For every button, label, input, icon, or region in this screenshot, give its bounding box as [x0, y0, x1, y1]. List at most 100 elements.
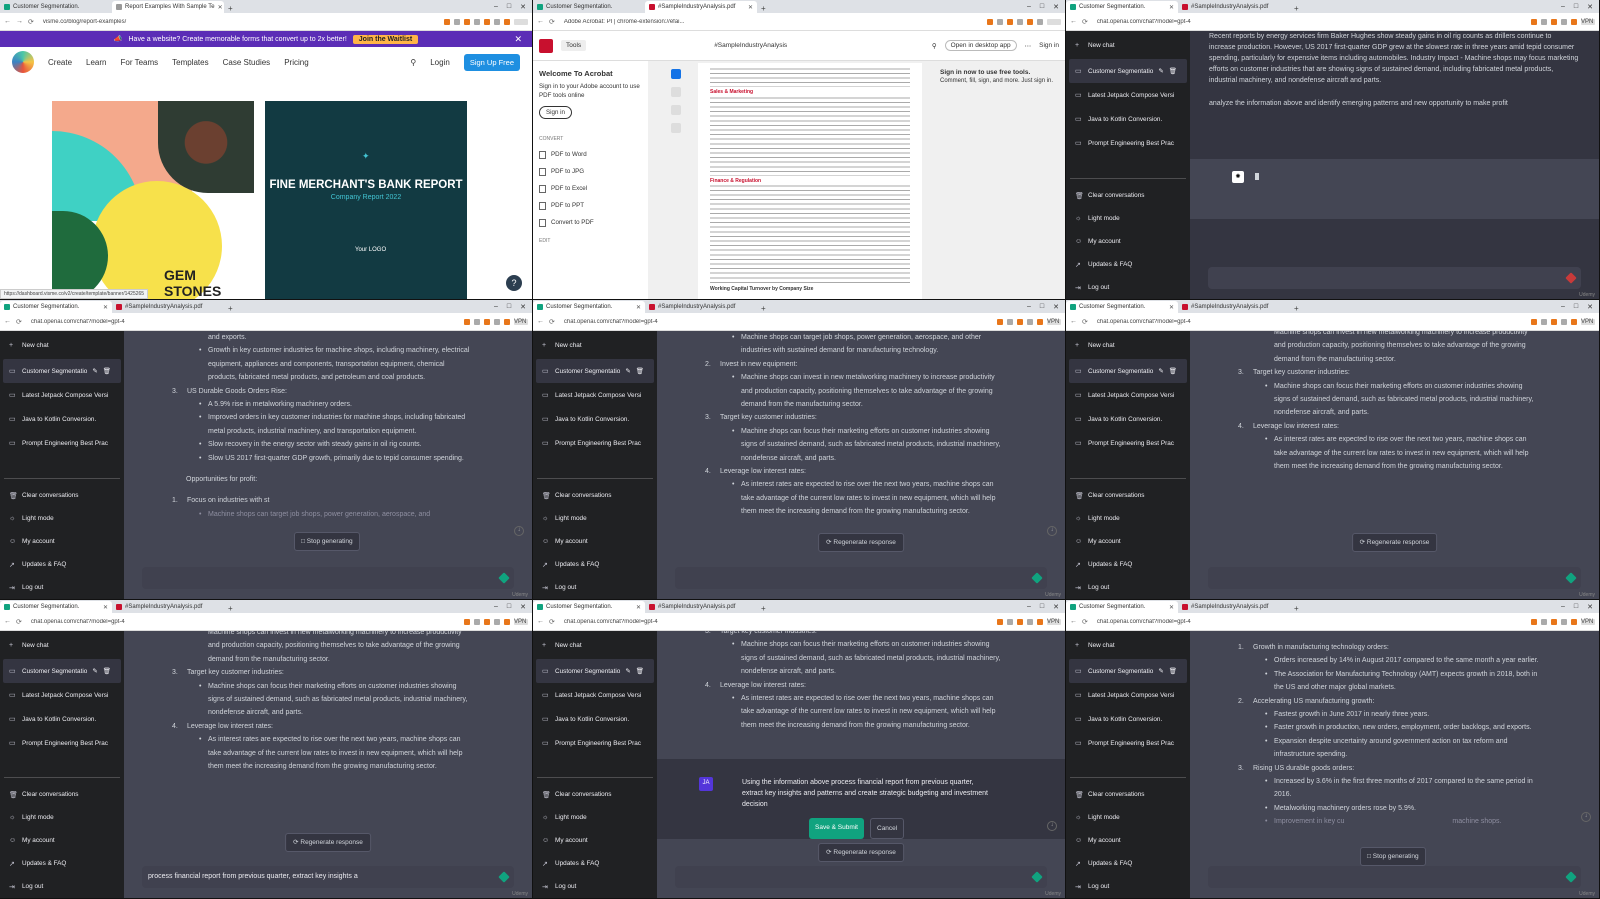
close-window-icon[interactable]: ✕ [520, 603, 526, 611]
sidebar-item-customer-segmentation[interactable]: ▭ Customer Segmentatio ✎ 🗑 [1069, 59, 1187, 83]
light-mode-button[interactable]: ☼ Light mode [533, 507, 657, 530]
extension-icon[interactable] [997, 318, 1003, 325]
maximize-icon[interactable]: □ [507, 603, 511, 611]
maximize-icon[interactable]: □ [1574, 303, 1578, 311]
tab-customer-segmentation[interactable]: Customer Segmentation. [533, 1, 645, 13]
search-icon[interactable]: ⚲ [410, 58, 416, 67]
sidebar-item-customer-segmentation[interactable]: ▭ Customer Segmentatio ✎ 🗑 [1069, 359, 1187, 383]
send-icon[interactable] [498, 572, 510, 584]
edit-icon[interactable]: ✎ [1158, 67, 1163, 75]
extension-icon[interactable] [504, 318, 510, 325]
sidebar-item-prompt-engineering[interactable]: ▭ Prompt Engineering Best Prac [1066, 431, 1190, 455]
log-out-button[interactable]: ⇥ Log out [1066, 576, 1190, 599]
url-field[interactable]: visme.co/blog/report-examples/ [39, 19, 189, 25]
regenerate-response-button[interactable]: ⟳ Regenerate response [1351, 533, 1438, 553]
extension-icon[interactable] [484, 618, 490, 625]
extension-icon[interactable] [1027, 18, 1033, 25]
sidebar-item-java-kotlin[interactable]: ▭ Java to Kotlin Conversion. [0, 707, 124, 731]
my-account-button[interactable]: ☺ My account [1066, 829, 1190, 852]
sidebar-item-java-kotlin[interactable]: ▭ Java to Kotlin Conversion. [533, 707, 657, 731]
minimize-icon[interactable]: – [494, 3, 498, 11]
my-account-button[interactable]: ☺ My account [533, 829, 657, 852]
trash-icon[interactable]: 🗑 [636, 667, 644, 675]
clear-conversations-button[interactable]: 🗑 Clear conversations [533, 783, 657, 806]
my-account-button[interactable]: ☺ My account [0, 530, 124, 553]
minimize-icon[interactable]: – [1027, 603, 1031, 611]
extension-icon[interactable] [1571, 318, 1577, 325]
extension-icon[interactable] [1561, 618, 1567, 625]
extension-icon[interactable] [1531, 318, 1537, 325]
light-mode-button[interactable]: ☼ Light mode [1066, 806, 1190, 829]
close-window-icon[interactable]: ✕ [1587, 3, 1593, 11]
extension-icon[interactable] [504, 18, 510, 25]
close-tab-icon[interactable]: ✕ [218, 4, 223, 11]
scroll-down-icon[interactable]: ↓ [1047, 821, 1057, 831]
edit-icon[interactable]: ✎ [625, 667, 630, 675]
new-chat-button[interactable]: + New chat [537, 637, 653, 653]
extension-icon[interactable] [1541, 618, 1547, 625]
log-out-button[interactable]: ⇥ Log out [533, 875, 657, 898]
edit-icon[interactable]: ✎ [625, 367, 630, 375]
url-field[interactable]: chat.openai.com/chat?model=gpt-4 [560, 319, 710, 325]
extension-icon[interactable] [484, 18, 490, 25]
new-tab-icon[interactable]: + [1290, 604, 1303, 613]
vpn-badge[interactable]: VPN [514, 318, 528, 325]
close-window-icon[interactable]: ✕ [520, 303, 526, 311]
message-input[interactable] [675, 866, 1047, 888]
reload-icon[interactable]: ⟳ [28, 18, 34, 26]
clear-conversations-button[interactable]: 🗑 Clear conversations [1066, 783, 1190, 806]
edit-icon[interactable]: ✎ [1158, 667, 1163, 675]
visme-logo[interactable] [12, 51, 34, 73]
sidebar-item-jetpack[interactable]: ▭ Latest Jetpack Compose Versi [1066, 83, 1190, 107]
trash-icon[interactable]: 🗑 [103, 667, 111, 675]
log-out-button[interactable]: ⇥ Log out [0, 875, 124, 898]
trash-icon[interactable]: 🗑 [1169, 667, 1177, 675]
send-icon[interactable] [1565, 272, 1577, 284]
tab-pdf[interactable]: #SampleIndustryAnalysis.pdf [1178, 601, 1290, 613]
more-icon[interactable]: ⋯ [1025, 42, 1032, 50]
comment-tool-icon[interactable] [671, 87, 681, 97]
sidebar-item-java-kotlin[interactable]: ▭ Java to Kotlin Conversion. [533, 407, 657, 431]
extension-icon[interactable] [1037, 18, 1043, 25]
close-window-icon[interactable]: ✕ [1053, 3, 1059, 11]
my-account-button[interactable]: ☺ My account [1066, 530, 1190, 553]
tab-pdf[interactable]: #SampleIndustryAnalysis.pdf [112, 601, 224, 613]
my-account-button[interactable]: ☺ My account [533, 530, 657, 553]
nav-create[interactable]: Create [48, 58, 72, 67]
new-tab-icon[interactable]: + [1290, 4, 1303, 13]
reload-icon[interactable]: ⟳ [1082, 318, 1088, 326]
tab-customer-segmentation[interactable]: Customer Segmentation. [0, 1, 112, 13]
extension-icon[interactable] [1571, 618, 1577, 625]
join-waitlist-button[interactable]: Join the Waitlist [352, 34, 419, 44]
tab-customer-segmentation[interactable]: Customer Segmentation. ✕ [533, 601, 645, 613]
updates-faq-button[interactable]: ↗ Updates & FAQ [1066, 253, 1190, 276]
my-account-button[interactable]: ☺ My account [1066, 230, 1190, 253]
nav-for-teams[interactable]: For Teams [120, 58, 158, 67]
back-icon[interactable]: ← [537, 618, 544, 625]
extension-icon[interactable] [1541, 18, 1547, 25]
cancel-button[interactable]: Cancel [870, 818, 905, 840]
close-tab-icon[interactable]: ✕ [103, 304, 108, 311]
vpn-badge[interactable]: VPN [514, 618, 528, 625]
sidebar-item-java-kotlin[interactable]: ▭ Java to Kotlin Conversion. [1066, 407, 1190, 431]
extension-icon[interactable] [997, 618, 1003, 625]
updates-faq-button[interactable]: ↗ Updates & FAQ [1066, 852, 1190, 875]
close-tab-icon[interactable]: ✕ [1169, 604, 1174, 611]
maximize-icon[interactable]: □ [507, 303, 511, 311]
new-chat-button[interactable]: + New chat [1070, 37, 1186, 53]
clear-conversations-button[interactable]: 🗑 Clear conversations [0, 783, 124, 806]
new-chat-button[interactable]: + New chat [537, 337, 653, 353]
extension-icon[interactable] [1017, 318, 1023, 325]
extension-icon[interactable] [504, 618, 510, 625]
edit-icon[interactable]: ✎ [1158, 367, 1163, 375]
extension-icon[interactable] [997, 18, 1003, 25]
vpn-badge[interactable] [514, 18, 528, 25]
help-icon[interactable]: ? [506, 275, 522, 291]
sidebar-item-prompt-engineering[interactable]: ▭ Prompt Engineering Best Prac [0, 731, 124, 755]
extension-icon[interactable] [474, 618, 480, 625]
tab-customer-segmentation[interactable]: Customer Segmentation. ✕ [0, 301, 112, 313]
tools-button[interactable]: Tools [561, 40, 587, 51]
close-window-icon[interactable]: ✕ [1053, 603, 1059, 611]
message-input[interactable]: process financial report from previous q… [142, 866, 514, 888]
extension-icon[interactable] [464, 618, 470, 625]
